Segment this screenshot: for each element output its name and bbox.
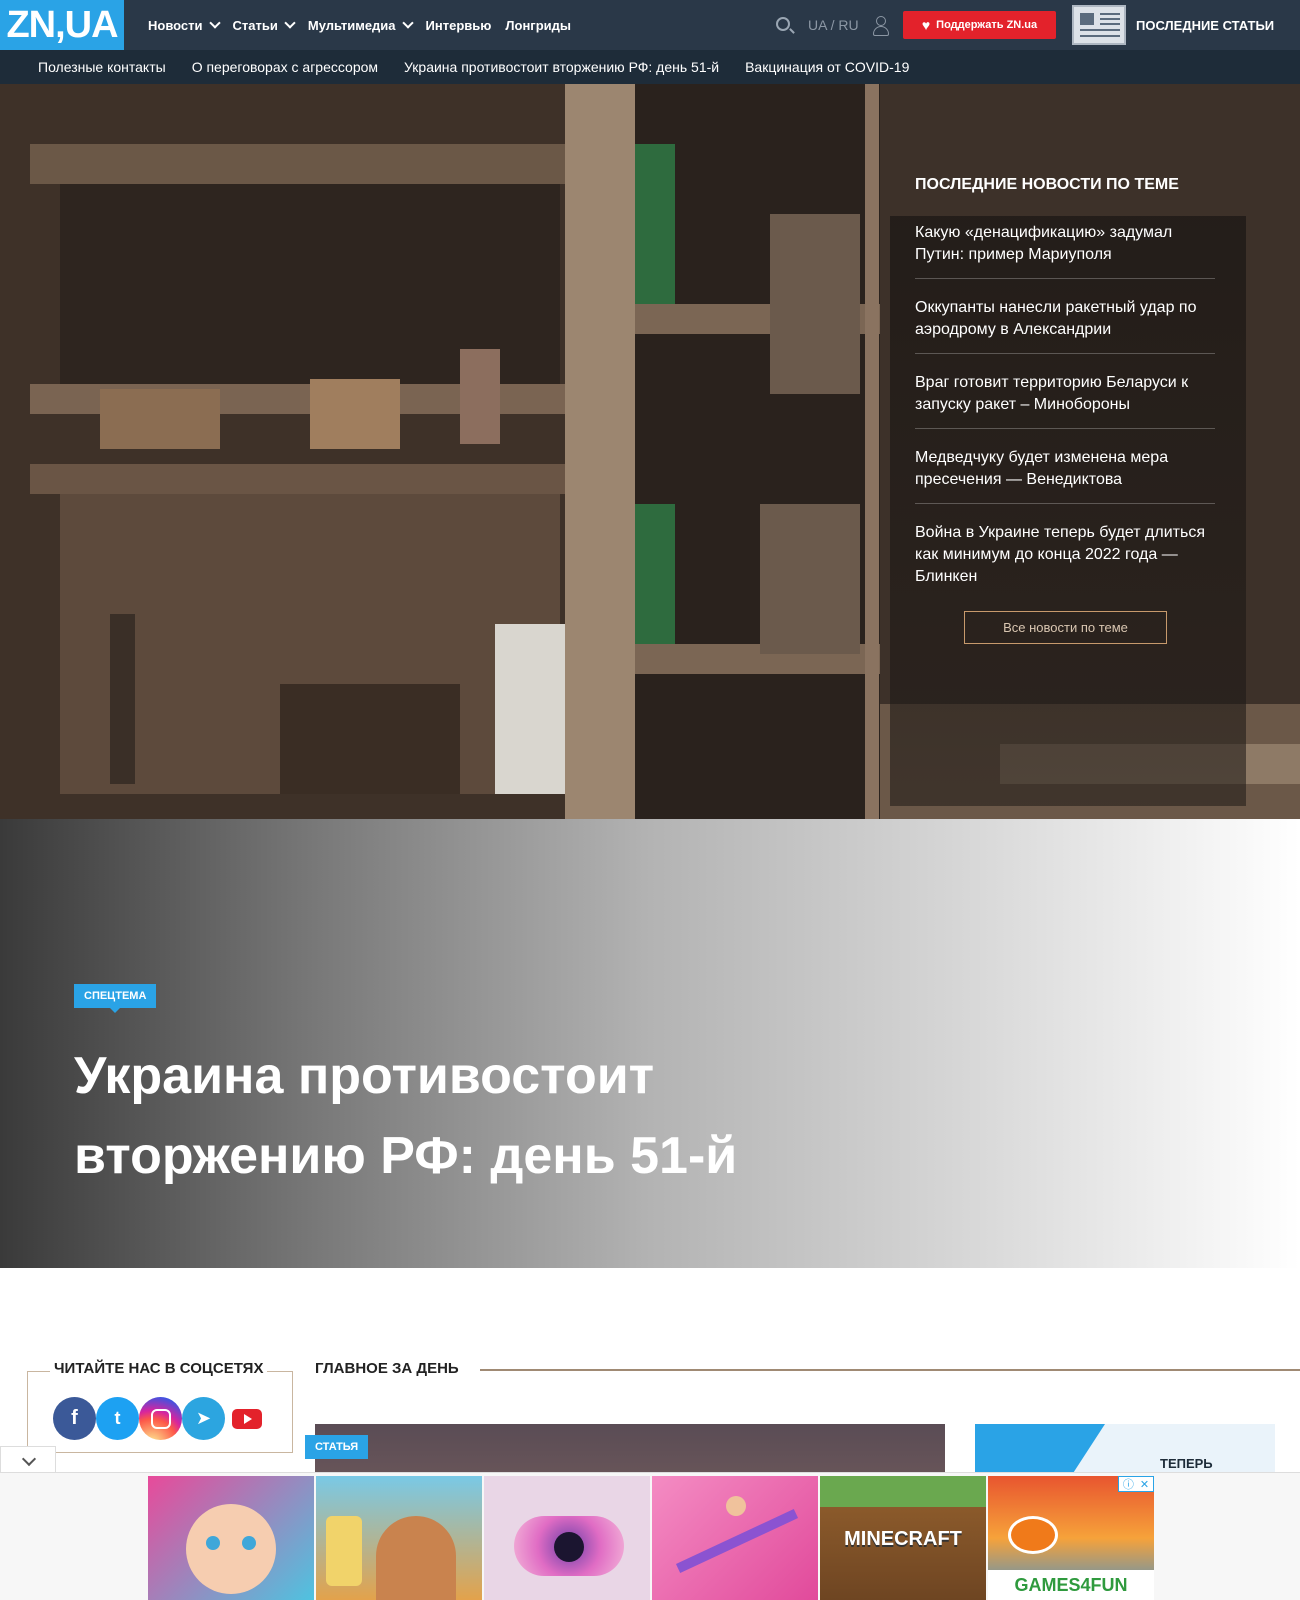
heart-icon: ♥	[921, 17, 931, 33]
site-logo[interactable]: ZN,UA	[0, 0, 124, 58]
nav-label: Статьи	[232, 17, 278, 33]
chevron-down-icon	[208, 17, 221, 29]
related-news-item[interactable]: Оккупанты нанесли ракетный удар по аэрод…	[915, 293, 1215, 354]
nav-label: Новости	[148, 17, 203, 33]
topic-link[interactable]: Вакцинация от COVID-19	[745, 59, 909, 75]
youtube-icon[interactable]	[225, 1397, 268, 1440]
nav-item-articles[interactable]: Статьи	[232, 17, 296, 33]
ad-tile[interactable]	[148, 1476, 314, 1600]
search-icon[interactable]	[776, 17, 790, 31]
main-of-day-title: ГЛАВНОЕ ЗА ДЕНЬ	[315, 1360, 459, 1377]
support-button[interactable]: ♥ Поддержать ZN.ua	[903, 11, 1056, 39]
related-news-item[interactable]: Медведчуку будет изменена мера пресечени…	[915, 443, 1215, 504]
nav-label: Интервью	[425, 17, 492, 33]
article-tag[interactable]: СТАТЬЯ	[305, 1435, 369, 1459]
topic-link[interactable]: Полезные контакты	[38, 59, 166, 75]
ad-tile[interactable]: MINECRAFT	[820, 1476, 986, 1600]
ad-close-button[interactable]: ⓘ ✕	[1118, 1476, 1154, 1492]
chevron-down-icon	[284, 17, 296, 29]
latest-articles-label: ПОСЛЕДНИЕ СТАТЬИ	[1136, 17, 1275, 33]
top-header: ZN,UA Новости Статьи Мультимедиа Интервь…	[0, 0, 1300, 58]
lang-ua[interactable]: UA	[808, 17, 827, 33]
topic-link[interactable]: Украина противостоит вторжению РФ: день …	[404, 59, 719, 75]
all-news-button[interactable]: Все новости по теме	[964, 611, 1167, 644]
nav-label: Лонгриды	[505, 17, 571, 33]
ad-tiles: MINECRAFT GAMES4FUN	[148, 1476, 1154, 1600]
related-news-item[interactable]: Война в Украине теперь будет длиться как…	[915, 518, 1215, 600]
category-tag[interactable]: СПЕЦТЕМА	[74, 984, 157, 1013]
ad-tile[interactable]	[484, 1476, 650, 1600]
chevron-down-icon	[401, 17, 414, 29]
related-news-title: ПОСЛЕДНИЕ НОВОСТИ ПО ТЕМЕ	[915, 176, 1179, 193]
related-news-list: Какую «денацификацию» задумал Путин: при…	[915, 218, 1215, 614]
nav-item-longreads[interactable]: Лонгриды	[505, 18, 571, 33]
latest-articles-link[interactable]: ПОСЛЕДНИЕ СТАТЬИ	[1070, 0, 1300, 50]
main-nav: Новости Статьи Мультимедиа Интервью Лонг…	[148, 0, 571, 50]
user-icon[interactable]	[872, 16, 889, 36]
nav-item-news[interactable]: Новости	[148, 17, 221, 33]
social-title: ЧИТАЙТЕ НАС В СОЦСЕТЯХ	[50, 1360, 268, 1377]
nav-label: Мультимедиа	[307, 17, 396, 33]
ad-tile[interactable]	[316, 1476, 482, 1600]
nav-item-interviews[interactable]: Интервью	[426, 18, 492, 33]
support-label: Поддержать ZN.ua	[936, 19, 1038, 31]
instagram-icon[interactable]	[139, 1397, 182, 1440]
page-title: Украина противостоит вторжению РФ: день …	[74, 1047, 738, 1185]
ad-tile-label: GAMES4FUN	[1014, 1575, 1128, 1595]
close-icon: ✕	[1139, 1478, 1150, 1491]
topics-nav: Полезные контакты О переговорах с агресс…	[0, 50, 1300, 84]
related-news-item[interactable]: Какую «денацификацию» задумал Путин: при…	[915, 218, 1215, 279]
ad-tile[interactable]: GAMES4FUN	[988, 1476, 1154, 1600]
ad-info-icon: ⓘ	[1122, 1479, 1134, 1491]
related-news-item[interactable]: Враг готовит территорию Беларуси к запус…	[915, 368, 1215, 429]
facebook-icon[interactable]: f	[53, 1397, 96, 1440]
nav-item-multimedia[interactable]: Мультимедиа	[307, 17, 414, 33]
ad-tile[interactable]	[652, 1476, 818, 1600]
collapse-ad-button[interactable]	[0, 1446, 56, 1472]
language-switch: UA / RU	[808, 17, 859, 33]
ad-tile-label: MINECRAFT	[844, 1528, 962, 1550]
divider	[480, 1369, 1300, 1371]
newspaper-icon	[1072, 5, 1126, 45]
social-icons: f t ➤	[53, 1397, 268, 1440]
lang-ru[interactable]: RU	[838, 17, 858, 33]
lang-separator: /	[830, 17, 835, 33]
telegram-icon[interactable]: ➤	[182, 1397, 225, 1440]
topic-link[interactable]: О переговорах с агрессором	[192, 59, 378, 75]
promo-text: ТЕПЕРЬ	[1160, 1456, 1213, 1471]
twitter-icon[interactable]: t	[96, 1397, 139, 1440]
